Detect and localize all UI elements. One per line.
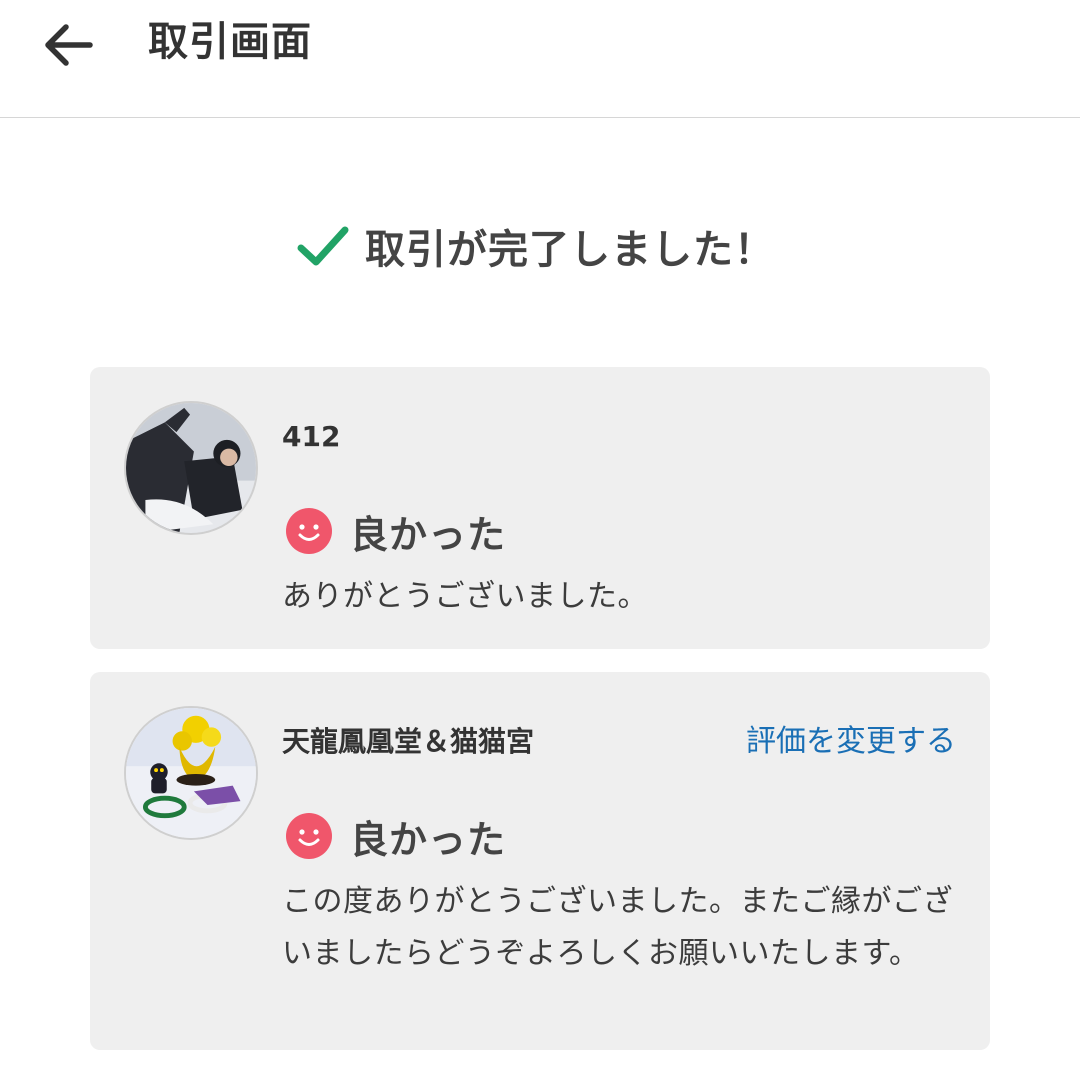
review-comment: この度ありがとうございました。またご縁がございましたらどうぞよろしくお願いいたし… [282,884,953,971]
avatar-photo [126,708,256,838]
arrow-left-icon [45,24,93,66]
review-card: 412 良かった ありがとうございました。 [90,367,990,649]
rating-label: 良かった [350,512,507,557]
transaction-complete-banner: 取引が完了しました！ [0,214,1080,278]
avatar-photo [126,403,256,533]
complete-message: 取引が完了しました！ [365,227,775,273]
page-title: 取引画面 [148,19,312,65]
smile-icon [286,813,332,859]
user-name[interactable]: 天龍鳳凰堂＆猫猫宮 [282,722,534,762]
app-bar: 取引画面 [0,0,1080,118]
change-rating-link[interactable]: 評価を変更する [746,722,956,762]
smile-icon [286,508,332,554]
back-button[interactable] [30,10,106,80]
check-icon [297,226,349,266]
review-comment: ありがとうございました。 [282,579,648,614]
avatar[interactable] [124,401,258,535]
rating: 良かった [286,810,506,862]
avatar[interactable] [124,706,258,840]
user-name[interactable]: 412 [282,417,340,457]
review-card: 天龍鳳凰堂＆猫猫宮 評価を変更する 良かった この度ありがとうございました。また… [90,672,990,1050]
rating: 良かった [286,505,506,557]
rating-label: 良かった [350,817,507,862]
